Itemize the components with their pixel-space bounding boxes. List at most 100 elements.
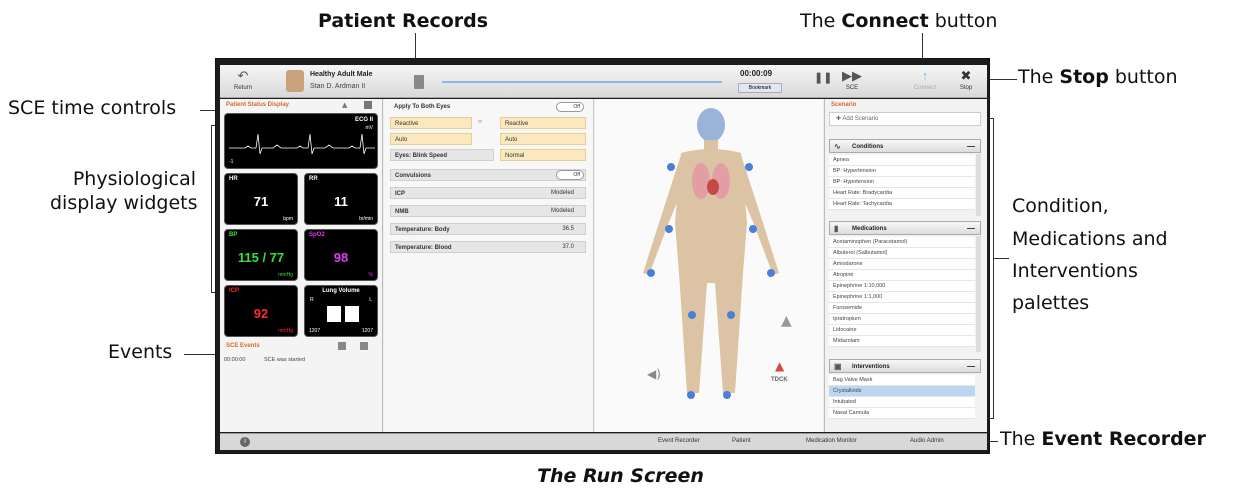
collapse-conditions-icon[interactable]: — bbox=[967, 140, 975, 154]
intervention-item[interactable]: Crystalloids bbox=[829, 386, 975, 397]
spo2-widget[interactable]: SpO2 98 % bbox=[304, 229, 378, 281]
temp-blood-value[interactable]: 37.0 bbox=[562, 244, 574, 250]
icp-param-value[interactable]: Modeled bbox=[551, 190, 574, 196]
nmb-value[interactable]: Modeled bbox=[551, 208, 574, 214]
sce-step-back-icon[interactable]: ▲ bbox=[342, 101, 347, 109]
condition-item[interactable]: Apnea bbox=[829, 155, 975, 166]
pulse-point-neck-left[interactable] bbox=[667, 163, 675, 171]
medication-item[interactable]: Epinephrine 1:10,000 bbox=[829, 281, 975, 292]
audio-admin-tab[interactable]: Audio Admin bbox=[910, 438, 944, 444]
pulse-point-neck-right[interactable] bbox=[745, 163, 753, 171]
condition-item[interactable]: Heart Rate: Tachycardia bbox=[829, 199, 975, 210]
hr-value: 71 bbox=[253, 194, 269, 209]
blink-speed-label: Eyes: Blink Speed bbox=[390, 149, 494, 161]
medication-item[interactable]: Ipratropium bbox=[829, 314, 975, 325]
hr-widget[interactable]: HR 71 bpm bbox=[224, 173, 298, 225]
pulse-point-wrist-left[interactable] bbox=[647, 269, 655, 277]
medications-header[interactable]: ▮ Medications — bbox=[829, 221, 981, 235]
condition-item[interactable]: BP: Hypotension bbox=[829, 177, 975, 188]
medication-item[interactable]: Lidocaine bbox=[829, 325, 975, 336]
medication-item[interactable]: Midazolam bbox=[829, 336, 975, 347]
pulse-point-foot-right[interactable] bbox=[723, 391, 731, 399]
conditions-header[interactable]: ∿ Conditions — bbox=[829, 139, 981, 153]
pill-icon: ▮ bbox=[834, 224, 839, 233]
patient-records-icon[interactable] bbox=[414, 75, 424, 89]
rr-widget[interactable]: RR 11 br/min bbox=[304, 173, 378, 225]
icp-widget[interactable]: ICP 92 mmHg bbox=[224, 285, 298, 337]
lung-right-bar bbox=[327, 306, 341, 322]
ecg-wave-icon: ∿ bbox=[834, 142, 841, 151]
temp-blood-row: Temperature: Blood 37.0 bbox=[390, 241, 586, 253]
temp-body-value[interactable]: 36.5 bbox=[562, 226, 574, 232]
patient-body-figure[interactable] bbox=[631, 103, 791, 403]
event-recorder-button[interactable]: Event Recorder bbox=[658, 438, 700, 444]
condition-item[interactable]: Heart Rate: Bradycardia bbox=[829, 188, 975, 199]
medkit-icon: ▣ bbox=[834, 362, 842, 371]
scenario-palettes-panel: Scenario ✚ Add Scenario ∿ Conditions — A… bbox=[824, 99, 987, 432]
ecg-label: ECG II bbox=[354, 117, 373, 123]
bookmark-button[interactable]: Bookmark bbox=[738, 83, 782, 93]
callout-physio-line1: Physiological bbox=[72, 168, 196, 190]
convulsions-toggle[interactable]: Off bbox=[556, 170, 584, 180]
audio-admin-label: Audio Admin bbox=[910, 438, 944, 444]
tdck-label: TDCK bbox=[771, 377, 788, 383]
events-export-icon[interactable] bbox=[338, 342, 346, 350]
fast-forward-icon: ▶▶ bbox=[842, 68, 862, 83]
events-filter-icon[interactable] bbox=[360, 342, 368, 350]
bp-widget[interactable]: BP 115 / 77 mmHg bbox=[224, 229, 298, 281]
apply-both-eyes-toggle[interactable]: Off bbox=[556, 102, 584, 112]
pulse-point-arm-left[interactable] bbox=[665, 225, 673, 233]
ecg-widget[interactable]: ECG II mV -1 bbox=[224, 113, 378, 169]
speaker-icon[interactable]: ◀) bbox=[647, 367, 661, 381]
condition-item[interactable]: BP: Hypertension bbox=[829, 166, 975, 177]
blink-speed-value[interactable]: Normal bbox=[500, 149, 586, 161]
medication-item[interactable]: Albuterol (Salbutamol) bbox=[829, 248, 975, 259]
patient-subname: Stan D. Ardman II bbox=[310, 83, 366, 90]
medication-item[interactable]: Amiodarone bbox=[829, 259, 975, 270]
connect-button[interactable]: ↑ Connect bbox=[908, 67, 942, 91]
medication-item[interactable]: Acetaminophen (Paracetamol) bbox=[829, 237, 975, 248]
patient-status-title: Patient Status Display bbox=[226, 102, 290, 108]
interventions-title: Interventions bbox=[852, 364, 890, 370]
lung-volume-label: Lung Volume bbox=[322, 288, 360, 294]
pulse-point-foot-left[interactable] bbox=[687, 391, 695, 399]
pulse-point-arm-right[interactable] bbox=[749, 225, 757, 233]
patient-tab[interactable]: Patient bbox=[732, 438, 751, 444]
tdck-drops-icon[interactable]: ▲ bbox=[775, 359, 784, 373]
fluid-drop-icon[interactable]: ▲ bbox=[781, 313, 792, 329]
intervention-item[interactable]: Nasal Cannula bbox=[829, 408, 975, 419]
pulse-point-knee-left[interactable] bbox=[688, 311, 696, 319]
callout-connect: The Connect button bbox=[800, 10, 998, 32]
pulse-point-knee-right[interactable] bbox=[727, 311, 735, 319]
interventions-header[interactable]: ▣ Interventions — bbox=[829, 359, 981, 373]
sce-forward-button[interactable]: ▶▶ SCE bbox=[840, 67, 864, 91]
sce-layout-icon[interactable] bbox=[364, 101, 372, 109]
medication-item[interactable]: Furosemide bbox=[829, 303, 975, 314]
lung-volume-widget[interactable]: Lung Volume R L 1207 1207 bbox=[304, 285, 378, 337]
intervention-item[interactable]: Bag Valve Mask bbox=[829, 375, 975, 386]
collapse-interventions-icon[interactable]: — bbox=[967, 360, 975, 374]
intervention-item[interactable]: Intubated bbox=[829, 397, 975, 408]
medication-monitor-tab[interactable]: Medication Monitor bbox=[806, 438, 857, 444]
right-pupil-reactive[interactable]: Reactive bbox=[500, 117, 586, 129]
timeline-track[interactable] bbox=[442, 81, 722, 83]
info-icon[interactable]: i bbox=[240, 437, 250, 447]
medications-scrollbar[interactable] bbox=[976, 236, 981, 352]
lung-left-value: 1207 bbox=[361, 328, 373, 334]
eye-link-icon[interactable]: ∞ bbox=[478, 119, 482, 125]
add-scenario-button[interactable]: ✚ Add Scenario bbox=[829, 112, 981, 126]
collapse-medications-icon[interactable]: — bbox=[967, 222, 975, 236]
medication-item[interactable]: Atropine bbox=[829, 270, 975, 281]
spo2-unit: % bbox=[368, 272, 373, 278]
stop-button[interactable]: ✖ Stop bbox=[954, 67, 978, 91]
pulse-point-wrist-right[interactable] bbox=[767, 269, 775, 277]
medication-item[interactable]: Epinephrine 1:1,000 bbox=[829, 292, 975, 303]
return-button[interactable]: ↶ Return bbox=[228, 67, 258, 91]
bracket-physio bbox=[211, 125, 212, 293]
left-pupil-auto[interactable]: Auto bbox=[390, 133, 472, 145]
pause-icon[interactable]: ❚❚ bbox=[814, 71, 832, 84]
left-pupil-reactive[interactable]: Reactive bbox=[390, 117, 472, 129]
right-pupil-auto[interactable]: Auto bbox=[500, 133, 586, 145]
conditions-scrollbar[interactable] bbox=[976, 154, 981, 216]
status-bar: i Event Recorder Patient Medication Moni… bbox=[220, 433, 987, 450]
